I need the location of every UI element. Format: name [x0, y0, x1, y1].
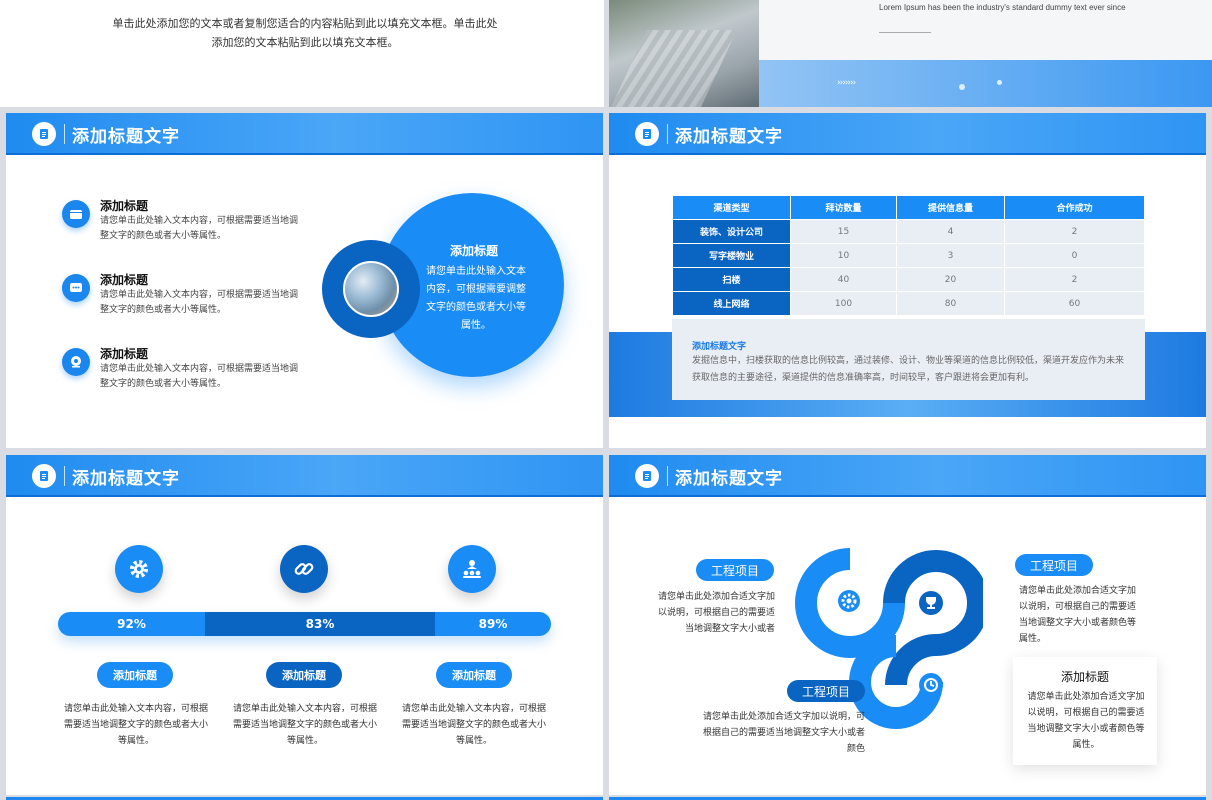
- link-icon: [280, 545, 328, 593]
- table-row-header: 线上网络: [672, 291, 791, 316]
- item-desc: 请您单击此处输入文本内容，可根据需要适当地调整文字的颜色或者大小等属性。: [232, 704, 377, 746]
- table-cell: 100: [790, 291, 897, 316]
- circle-text: 请您单击此处输入文本内容，可根据需要调整文字的颜色或者大小等属性。: [426, 266, 526, 331]
- project-pill: 工程项目: [1015, 554, 1093, 576]
- feature-desc: 请您单击此处输入文本内容，可根据需要适当地调整文字的颜色或者大小等属性。: [100, 290, 299, 315]
- slide-projects[interactable]: 添加标题文字 工程项目 请您单击此处添加合适文字加以说明，可根据自己的需要适当地…: [609, 455, 1206, 795]
- table-cell: 4: [896, 219, 1005, 244]
- placeholder-text: 单击此处添加您的文本或者复制您适合的内容粘贴到此以填充文本框。单击此处添加您的文…: [112, 17, 498, 49]
- table-header-cell: 渠道类型: [672, 195, 791, 220]
- chat-icon: [62, 274, 90, 302]
- channel-table: 渠道类型 拜访数量 提供信息量 合作成功 装饰、设计公司 15 4 2 写字楼物…: [672, 195, 1145, 316]
- table-cell: 2: [1004, 267, 1145, 292]
- folder-icon: [62, 200, 90, 228]
- feature-title: 添加标题: [100, 199, 149, 213]
- document-icon: [32, 122, 56, 146]
- feature-desc: 请您单击此处输入文本内容，可根据需要适当地调整文字的颜色或者大小等属性。: [100, 364, 299, 389]
- project-desc: 请您单击此处添加合适文字加以说明，可根据自己的需要适当地调整文字大小或者颜色等属…: [1019, 586, 1137, 644]
- skyscraper-photo: [343, 261, 399, 317]
- title-pill: 添加标题: [97, 662, 173, 688]
- slide-title: 添加标题文字: [72, 127, 180, 147]
- progress-segment: 83%: [205, 612, 435, 636]
- slide-title: 添加标题文字: [675, 127, 783, 147]
- slide-header: 添加标题文字: [6, 455, 603, 497]
- card-title: 添加标题: [1060, 670, 1109, 684]
- table-cell: 60: [1004, 291, 1145, 316]
- item-desc: 请您单击此处输入文本内容，可根据需要适当地调整文字的颜色或者大小等属性。: [63, 704, 208, 746]
- table-header-cell: 拜访数量: [790, 195, 897, 220]
- project-pill: 工程项目: [787, 680, 865, 702]
- feature-title: 添加标题: [100, 273, 149, 287]
- location-icon: [62, 348, 90, 376]
- table-row: 装饰、设计公司 15 4 2: [672, 219, 1145, 244]
- document-icon: [635, 122, 659, 146]
- arrows-decoration: ›››››››: [837, 78, 856, 88]
- table-row: 线上网络 100 80 60: [672, 291, 1145, 316]
- slide-header: 添加标题文字: [6, 113, 603, 155]
- header-separator: [64, 466, 65, 486]
- project-desc: 请您单击此处添加合适文字加以说明，可根据自己的需要适当地调整文字大小或者颜色: [702, 712, 865, 754]
- note-text: 发掘信息中，扫楼获取的信息比例较高，通过装修、设计、物业等渠道的信息比例较低，渠…: [692, 356, 1125, 383]
- item-desc: 请您单击此处输入文本内容，可根据需要适当地调整文字的颜色或者大小等属性。: [401, 704, 546, 746]
- title-pill: 添加标题: [266, 662, 342, 688]
- project-desc: 请您单击此处添加合适文字加以说明，可根据自己的需要适当地调整文字大小或者: [657, 592, 775, 634]
- team-icon: [448, 545, 496, 593]
- document-icon: [32, 464, 56, 488]
- slide-top-right[interactable]: Lorem Ipsum has been the industry's stan…: [609, 0, 1212, 107]
- table-cell: 10: [790, 243, 897, 268]
- header-separator: [64, 124, 65, 144]
- slide-title: 添加标题文字: [72, 469, 180, 489]
- table-cell: 15: [790, 219, 897, 244]
- slide-title: 添加标题文字: [675, 469, 783, 489]
- gear-icon: [115, 545, 163, 593]
- dot-decoration: [959, 84, 965, 90]
- note-title: 添加标题文字: [692, 342, 747, 352]
- table-cell: 0: [1004, 243, 1145, 268]
- progress-segment: 89%: [435, 612, 551, 636]
- progress-bar: 92% 83% 89%: [58, 612, 551, 636]
- table-header-cell: 提供信息量: [896, 195, 1005, 220]
- table-cell: 3: [896, 243, 1005, 268]
- info-card: 添加标题 请您单击此处添加合适文字加以说明，可根据自己的需要适当地调整文字大小或…: [1013, 657, 1157, 765]
- title-pill: 添加标题: [436, 662, 512, 688]
- lorem-text: Lorem Ipsum has been the industry's stan…: [879, 3, 1126, 12]
- slides-grid: 单击此处添加您的文本或者复制您适合的内容粘贴到此以填充文本框。单击此处添加您的文…: [0, 0, 1212, 800]
- table-header-row: 渠道类型 拜访数量 提供信息量 合作成功: [672, 195, 1145, 220]
- trophy-icon: [919, 591, 943, 615]
- table-row-header: 扫楼: [672, 267, 791, 292]
- progress-segment: 92%: [58, 612, 205, 636]
- slide-header: 添加标题文字: [609, 113, 1206, 155]
- table-row: 扫楼 40 20 2: [672, 267, 1145, 292]
- slide-features[interactable]: 添加标题文字 添加标题 请您单击此处输入文本内容，可根据需要适当地调整文字的颜色…: [6, 113, 603, 448]
- slide-progress[interactable]: 添加标题文字 92% 83% 89% 添加标题 添加标题 添加标题 请您单击此处…: [6, 455, 603, 795]
- slide-table[interactable]: 添加标题文字 渠道类型 拜访数量 提供信息量 合作成功 装饰、设计公司 15 4…: [609, 113, 1206, 448]
- table-row: 写字楼物业 10 3 0: [672, 243, 1145, 268]
- table-cell: 80: [896, 291, 1005, 316]
- gear-icon: [838, 590, 860, 612]
- table-cell: 40: [790, 267, 897, 292]
- card-text: 请您单击此处添加合适文字加以说明，可根据自己的需要适当地调整文字大小或者颜色等属…: [1027, 692, 1145, 750]
- header-separator: [667, 124, 668, 144]
- feature-title: 添加标题: [100, 347, 149, 361]
- dot-decoration: [997, 80, 1002, 85]
- document-icon: [635, 464, 659, 488]
- table-header-cell: 合作成功: [1004, 195, 1145, 220]
- table-cell: 20: [896, 267, 1005, 292]
- table-cell: 2: [1004, 219, 1145, 244]
- table-row-header: 装饰、设计公司: [672, 219, 791, 244]
- note-box: 添加标题文字 发掘信息中，扫楼获取的信息比例较高，通过装修、设计、物业等渠道的信…: [672, 319, 1145, 400]
- slide-top-left[interactable]: 单击此处添加您的文本或者复制您适合的内容粘贴到此以填充文本框。单击此处添加您的文…: [0, 0, 604, 107]
- circle-title: 添加标题: [449, 244, 498, 258]
- project-pill: 工程项目: [696, 559, 774, 581]
- divider-line: [879, 32, 931, 33]
- feature-desc: 请您单击此处输入文本内容，可根据需要适当地调整文字的颜色或者大小等属性。: [100, 216, 299, 241]
- clock-icon: [919, 673, 943, 697]
- slide-header: 添加标题文字: [609, 455, 1206, 497]
- building-photo: [609, 0, 759, 107]
- header-separator: [667, 466, 668, 486]
- table-row-header: 写字楼物业: [672, 243, 791, 268]
